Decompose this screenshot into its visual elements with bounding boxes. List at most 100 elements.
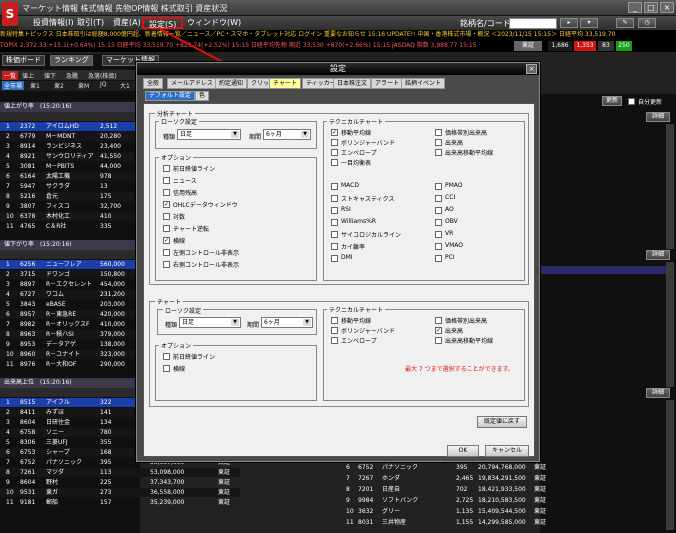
- option-checkbox[interactable]: ✓: [331, 129, 338, 136]
- option-label: CCI: [445, 194, 456, 201]
- option-label: 価格帯別出来高: [445, 130, 488, 137]
- dtab-email[interactable]: メールアドレス: [167, 78, 218, 89]
- option-checkbox[interactable]: [331, 243, 338, 250]
- option-checkbox[interactable]: [331, 195, 338, 202]
- period-label-bottom: 期間: [247, 322, 260, 329]
- dtab-alert[interactable]: アラート: [371, 78, 404, 89]
- option-label: エンベロープ: [341, 338, 377, 345]
- subtab-color[interactable]: 色: [195, 91, 210, 101]
- option-label: ストキャスティクス: [341, 196, 395, 203]
- type-value-top: 日足: [180, 131, 193, 138]
- dialog-close-icon[interactable]: ×: [526, 64, 537, 74]
- option-label: 移動平均線: [341, 130, 372, 137]
- option-label: チャート逆転: [173, 226, 209, 233]
- options-label-top: オプション: [159, 153, 194, 162]
- option-checkbox[interactable]: [331, 149, 338, 156]
- option-checkbox[interactable]: [331, 139, 338, 146]
- rosoku-label-bottom: ローソク設定: [163, 306, 204, 315]
- rosoku-label-top: ローソク設定: [159, 117, 200, 126]
- option-checkbox[interactable]: [435, 139, 442, 146]
- option-checkbox[interactable]: [163, 365, 170, 372]
- dtab-jp-order[interactable]: 日本株注文: [333, 78, 372, 89]
- option-checkbox[interactable]: [331, 255, 338, 262]
- options-label-bottom: オプション: [159, 341, 194, 350]
- option-checkbox[interactable]: [163, 213, 170, 220]
- option-checkbox[interactable]: [435, 149, 442, 156]
- chevron-down-icon: ▼: [303, 319, 311, 326]
- option-checkbox[interactable]: [163, 177, 170, 184]
- option-label: PCI: [445, 254, 455, 261]
- chevron-down-icon: ▼: [231, 131, 239, 138]
- option-checkbox[interactable]: [331, 337, 338, 344]
- app-window: マーケット情報 株式情報 先物OP情報 株式取引 資産状況 _ □ × S 投資…: [0, 0, 676, 533]
- settings-dialog: 設定 × 全般 メールアドレス 約定通知 クリック チャート ティッカー 日本株…: [136, 62, 540, 462]
- type-label-bottom: 種類: [165, 322, 178, 329]
- option-checkbox[interactable]: ✓: [163, 201, 170, 208]
- type-value-bottom: 日足: [182, 319, 195, 326]
- option-checkbox[interactable]: [435, 231, 442, 238]
- ok-button[interactable]: OK: [447, 445, 479, 457]
- option-label: 前日終値ライン: [173, 166, 216, 173]
- option-label: ボリンジャーバンド: [341, 140, 395, 147]
- option-label: 右側コントロール非表示: [173, 262, 240, 269]
- option-checkbox[interactable]: [435, 195, 442, 202]
- type-select-bottom[interactable]: 日足 ▼: [179, 317, 241, 328]
- option-label: 出来高: [445, 328, 464, 335]
- option-checkbox[interactable]: [435, 207, 442, 214]
- option-label: MACD: [341, 182, 359, 189]
- period-select-top[interactable]: 6ヶ月 ▼: [263, 129, 311, 140]
- option-checkbox[interactable]: [331, 183, 338, 190]
- period-label-top: 期間: [249, 134, 262, 141]
- dtab-general[interactable]: 全般: [143, 78, 164, 89]
- option-label: ボリンジャーバンド: [341, 328, 395, 335]
- option-label: OBV: [445, 218, 458, 225]
- option-checkbox[interactable]: [331, 219, 338, 226]
- tech-label-bottom: テクニカルチャート: [327, 305, 385, 314]
- dtab-events[interactable]: 銘柄イベント: [401, 78, 446, 89]
- option-checkbox[interactable]: [435, 183, 442, 190]
- option-checkbox[interactable]: [163, 225, 170, 232]
- option-checkbox[interactable]: ✓: [435, 327, 442, 334]
- option-checkbox[interactable]: [163, 165, 170, 172]
- option-checkbox[interactable]: [331, 159, 338, 166]
- subtab-default[interactable]: デフォルト設定: [145, 91, 196, 101]
- option-label: ニュース: [173, 178, 197, 185]
- option-label: 横線: [173, 366, 186, 373]
- option-checkbox[interactable]: [331, 317, 338, 324]
- option-checkbox[interactable]: [163, 353, 170, 360]
- option-label: VMAO: [445, 242, 464, 249]
- option-label: VR: [445, 230, 454, 237]
- chevron-down-icon: ▼: [231, 319, 239, 326]
- option-label: 一目均衡表: [341, 160, 372, 167]
- option-checkbox[interactable]: [435, 255, 442, 262]
- option-checkbox[interactable]: [163, 261, 170, 268]
- reset-defaults-button[interactable]: 既定値に戻す: [477, 416, 527, 428]
- option-checkbox[interactable]: [331, 327, 338, 334]
- option-checkbox[interactable]: ✓: [163, 237, 170, 244]
- option-checkbox[interactable]: [435, 243, 442, 250]
- option-label: DMI: [341, 254, 353, 261]
- option-label: 出来高移動平均線: [445, 338, 494, 345]
- period-select-bottom[interactable]: 6ヶ月 ▼: [261, 317, 313, 328]
- option-label: AO: [445, 206, 454, 213]
- option-checkbox[interactable]: [331, 231, 338, 238]
- cancel-button[interactable]: キャンセル: [485, 445, 529, 457]
- option-checkbox[interactable]: [435, 219, 442, 226]
- option-checkbox[interactable]: [331, 207, 338, 214]
- option-label: 横線: [173, 238, 186, 245]
- dtab-execution[interactable]: 約定通知: [215, 78, 248, 89]
- option-checkbox[interactable]: [435, 337, 442, 344]
- dialog-title: 設定: [137, 63, 539, 75]
- option-checkbox[interactable]: [163, 189, 170, 196]
- type-select-top[interactable]: 日足 ▼: [177, 129, 241, 140]
- dtab-chart[interactable]: チャート: [269, 78, 301, 89]
- max-selection-warning: 最大 7 つまで選択することができます。: [405, 366, 515, 373]
- period-value-top: 6ヶ月: [266, 131, 282, 138]
- option-label: RSI: [341, 206, 351, 213]
- option-label: 前日終値ライン: [173, 354, 216, 361]
- period-value-bottom: 6ヶ月: [264, 319, 280, 326]
- chevron-down-icon: ▼: [301, 131, 309, 138]
- option-checkbox[interactable]: [435, 129, 442, 136]
- option-checkbox[interactable]: [435, 317, 442, 324]
- option-checkbox[interactable]: [163, 249, 170, 256]
